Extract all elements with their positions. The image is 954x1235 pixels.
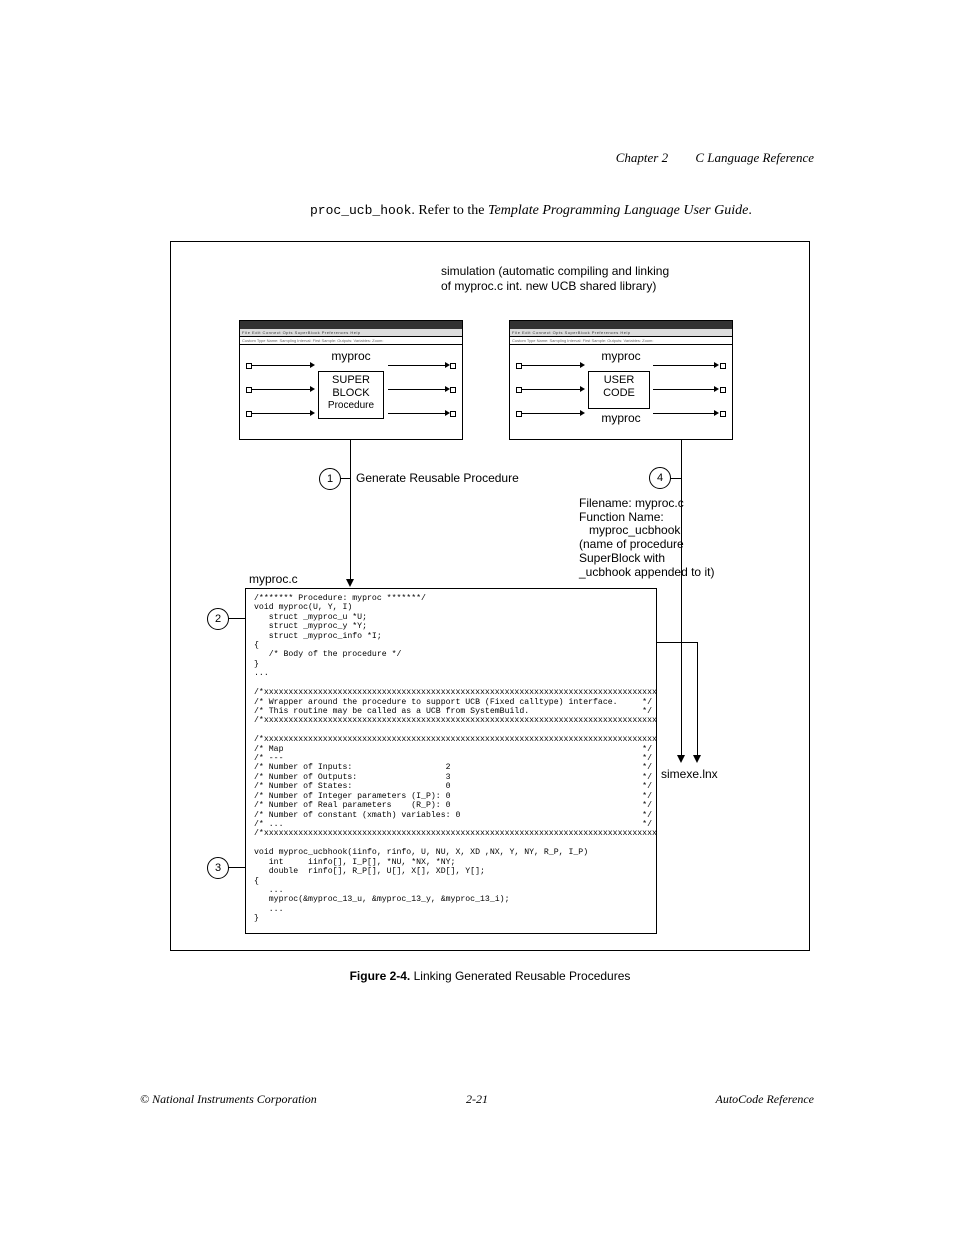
myproc-c-label: myproc.c	[249, 572, 298, 586]
simulation-caption: simulation (automatic compiling and link…	[441, 264, 741, 295]
chapter-header: Chapter 2 C Language Reference	[140, 150, 814, 166]
code-token: proc_ucb_hook	[310, 203, 411, 218]
arrow-line	[681, 439, 682, 757]
usercode-block: USER CODE	[588, 371, 650, 409]
chapter-number: Chapter 2	[616, 150, 668, 165]
generate-label: Generate Reusable Procedure	[356, 471, 519, 485]
arrow-line	[697, 642, 698, 757]
titlebar	[510, 321, 732, 329]
step-4-marker: 4	[649, 467, 671, 489]
code-listing: /******* Procedure: myproc *******/ void…	[245, 588, 657, 934]
figure-2-4: simulation (automatic compiling and link…	[170, 241, 810, 951]
step-3-marker: 3	[207, 857, 229, 879]
subbar: Custom Type Name: Sampling Interval: Fir…	[510, 337, 732, 345]
step-1-marker: 1	[319, 468, 341, 490]
usercode-window: File Edit Connect Opts SuperBlock Prefer…	[509, 320, 733, 440]
subbar: Custom Type Name: Sampling Interval: Fir…	[240, 337, 462, 345]
arrow-head-icon	[346, 579, 354, 587]
chapter-title: C Language Reference	[695, 150, 814, 165]
superblock-procedure-block: SUPER BLOCK Procedure	[318, 371, 384, 419]
figure-number: Figure 2-4.	[350, 969, 411, 983]
intro-paragraph: proc_ucb_hook. Refer to the Template Pro…	[310, 202, 814, 221]
canvas: myproc SUPER BLOCK Procedure	[240, 345, 462, 441]
menubar: File Edit Connect Opts SuperBlock Prefer…	[510, 329, 732, 337]
page-footer: 2-21 © National Instruments Corporation …	[140, 1092, 814, 1107]
figure-caption: Figure 2-4. Linking Generated Reusable P…	[170, 969, 810, 983]
block-label: myproc	[510, 349, 732, 363]
arrow-line	[350, 439, 351, 579]
filename-block: Filename: myproc.c Function Name: myproc…	[579, 497, 714, 580]
page-number: 2-21	[140, 1092, 814, 1107]
step-2-marker: 2	[207, 608, 229, 630]
titlebar	[240, 321, 462, 329]
arrow-head-icon	[677, 755, 685, 763]
block-label: myproc	[240, 349, 462, 363]
arrow-line	[657, 642, 697, 643]
menubar: File Edit Connect Opts SuperBlock Prefer…	[240, 329, 462, 337]
superblock-window: File Edit Connect Opts SuperBlock Prefer…	[239, 320, 463, 440]
simexe-label: simexe.lnx	[661, 767, 718, 781]
arrow-head-icon	[693, 755, 701, 763]
doc-reference: Template Programming Language User Guide	[488, 203, 748, 218]
canvas: myproc USER CODE myproc	[510, 345, 732, 441]
